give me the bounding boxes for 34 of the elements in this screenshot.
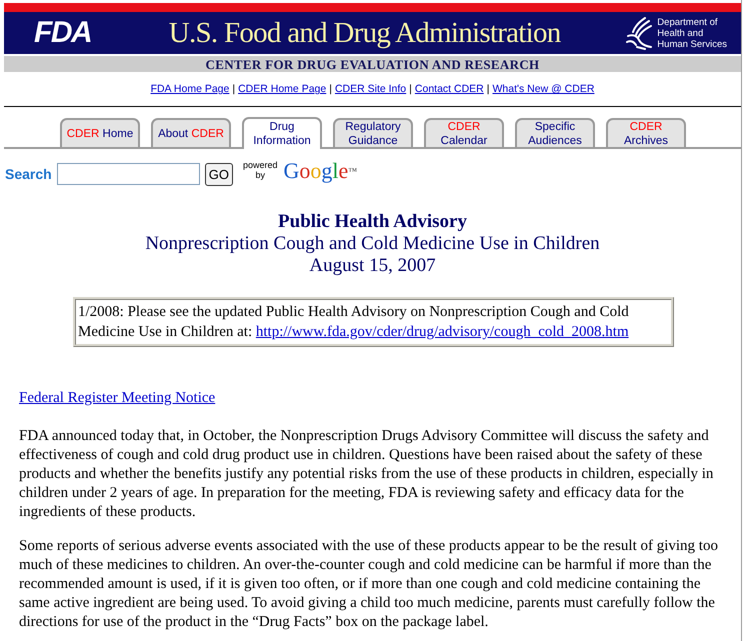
tab[interactable]: CDER Archives	[606, 118, 686, 147]
nav-link[interactable]: Contact CDER	[414, 82, 484, 98]
advisory-subtitle: Nonprescription Cough and Cold Medicine Use in Children	[145, 233, 600, 255]
center-name: CENTER FOR DRUG EVALUATION AND RESEARCH	[206, 58, 540, 70]
advisory-title: Public Health Advisory	[278, 211, 467, 233]
meeting-notice-link[interactable]: Federal Register Meeting Notice	[19, 389, 216, 408]
link-separator: |	[232, 82, 236, 98]
tab[interactable]: About CDER	[151, 118, 231, 147]
link-separator: |	[329, 82, 332, 98]
department-name: Department of Health and Human Services	[657, 16, 727, 50]
advisory-link[interactable]: http://www.fda.gov/cder/drug/advisory/cough_cold_2008.htm	[256, 324, 629, 340]
google-logo: Google$^{™}$	[283, 160, 358, 182]
body-paragraph: FDA announced today that, in October, the Nonprescription Drugs Advisory Committee will discuss the safety and effectiveness of cough and cold drug product use in children. Questions have been raised about the safety of these products and whether the benefits justify any potential risks from the use of these products in children, especially in children under 2 years of age. In preparation for the meeting, FDA is reviewing safety and efficacy data for the ingredients of these products.	[19, 427, 714, 522]
tab[interactable]: Specific Audiences	[515, 118, 595, 147]
nav-link[interactable]: What's New @ CDER	[492, 82, 594, 98]
nav-link[interactable]: FDA Home Page	[150, 82, 230, 98]
update-notice-text: 1/2008: Please see the updated Public Health Advisory on Nonprescription Cough and Cold Medicine Use in Children at: http://www.fda.gov/cder/drug/advisory/cough_cold_2008.htm	[78, 303, 630, 342]
tab[interactable]: CDER Calendar	[424, 118, 504, 147]
tab[interactable]: CDER Home	[60, 118, 140, 147]
tab[interactable]: Regulatory Guidance	[333, 118, 413, 147]
tab[interactable]: Drug Information	[242, 117, 322, 149]
fda-logo: FDA	[34, 18, 92, 48]
agency-title: U.S. Food and Drug Administration	[168, 18, 562, 48]
bird-logo-icon	[625, 16, 654, 50]
powered-by-label: powered by	[242, 160, 278, 180]
nav-link[interactable]: CDER Home Page	[238, 82, 326, 98]
search-label: Search	[4, 164, 53, 184]
advisory-date: August 15, 2007	[309, 255, 436, 277]
search-field[interactable]	[56, 163, 200, 185]
link-separator: |	[486, 82, 490, 98]
body-paragraph: Some reports of serious adverse events associated with the use of these products appear to be the result of giving too much of these medicines to children. An over-the-counter cough and cold medicine can be harmful if more than the recommended amount is used, if it is given too often, or if more than one cough and cold medicine containing the same active ingredient are being used. To avoid giving a child too much medicine, parents must carefully follow the directions for use of the product in the “Drug Facts” box on the package label.	[19, 537, 719, 632]
go-button[interactable]: GO	[204, 162, 233, 186]
link-separator: |	[409, 82, 412, 98]
nav-link[interactable]: CDER Site Info	[334, 82, 406, 98]
